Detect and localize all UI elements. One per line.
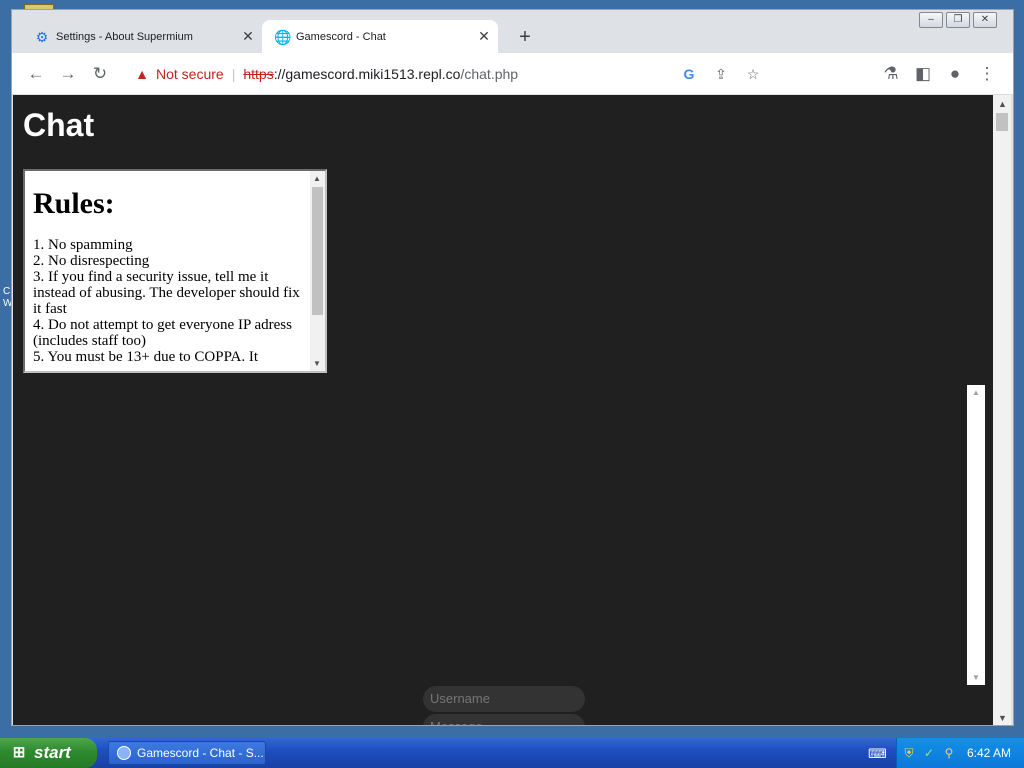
rule-item: 4. Do not attempt to get everyone IP adr… [33, 317, 292, 349]
not-secure-label[interactable]: Not secure [156, 66, 224, 82]
gear-icon: ⚙ [35, 29, 49, 45]
rule-item: 2. No disrespecting [33, 253, 150, 269]
minimize-button[interactable]: – [919, 12, 943, 28]
menu-kebab-icon[interactable]: ⋮ [977, 64, 997, 84]
profile-avatar-icon[interactable]: ● [945, 64, 965, 84]
scroll-up-icon[interactable]: ▲ [313, 174, 321, 183]
scroll-down-icon[interactable]: ▼ [313, 359, 321, 368]
scroll-up-icon[interactable]: ▲ [998, 99, 1007, 109]
windows-flag-icon: ⊞ [12, 744, 26, 761]
window-controls: – ❐ ✕ [919, 12, 997, 28]
url-scheme: https [243, 66, 274, 82]
share-icon[interactable]: ⇪ [711, 59, 731, 89]
tab-strip: ⚙ Settings - About Supermium ✕ 🌐 Gamesco… [12, 10, 1013, 53]
browser-toolbar: ← → ↻ ▲ Not secure | https://gamescord.m… [12, 53, 1013, 95]
new-tab-button[interactable]: + [514, 26, 536, 48]
rule-item: 1. No spamming [33, 237, 133, 253]
system-tray: ⛨ ✓ ⚲ 6:42 AM [896, 738, 1024, 768]
clock: 6:42 AM [967, 746, 1012, 760]
close-window-button[interactable]: ✕ [973, 12, 997, 28]
taskbar-item-browser[interactable]: Gamescord - Chat - S... [108, 741, 266, 765]
forward-arrow-icon[interactable]: → [58, 64, 78, 84]
page-scrollbar[interactable]: ▲ ▼ [993, 95, 1011, 725]
url-host: ://gamescord.miki1513.repl.co [273, 66, 461, 82]
network-icon[interactable]: ✓ [921, 746, 937, 760]
scrollbar-thumb[interactable] [312, 187, 323, 315]
address-bar[interactable]: ▲ Not secure | https://gamescord.miki151… [124, 59, 779, 89]
back-arrow-icon[interactable]: ← [26, 64, 46, 84]
scroll-up-icon[interactable]: ▲ [972, 388, 980, 397]
start-label: start [34, 743, 71, 762]
labs-flask-icon[interactable]: ⚗ [881, 64, 901, 84]
rules-frame[interactable]: Rules: 1. No spamming 2. No disrespectin… [23, 169, 327, 373]
close-icon[interactable]: ✕ [476, 28, 492, 44]
rule-item: 5. You must be 13+ due to COPPA. It [33, 349, 259, 365]
browser-icon [117, 746, 131, 760]
task-label: Gamescord - Chat - S... [137, 746, 264, 760]
scroll-down-icon[interactable]: ▼ [998, 713, 1007, 723]
reload-icon[interactable]: ↻ [90, 64, 110, 84]
start-button[interactable]: ⊞ start [0, 738, 97, 768]
rule-item: 3. If you find a security issue, tell me… [33, 269, 300, 317]
message-input[interactable] [423, 714, 585, 725]
url-path: /chat.php [460, 66, 519, 82]
scroll-down-icon[interactable]: ▼ [972, 673, 980, 682]
close-icon[interactable]: ✕ [240, 28, 256, 44]
security-shield-icon[interactable]: ⛨ [901, 746, 917, 761]
username-input[interactable] [423, 686, 585, 712]
divider: | [231, 66, 236, 82]
chat-messages-scrollbar[interactable]: ▲ ▼ [967, 385, 985, 685]
tab-title: Gamescord - Chat [296, 30, 386, 43]
restore-button[interactable]: ❐ [946, 12, 970, 28]
browser-window: ⚙ Settings - About Supermium ✕ 🌐 Gamesco… [11, 9, 1014, 726]
page-content: Chat Rules: 1. No spamming 2. No disresp… [13, 95, 993, 725]
rules-content: Rules: 1. No spamming 2. No disrespectin… [33, 171, 305, 365]
tab-settings[interactable]: ⚙ Settings - About Supermium ✕ [22, 20, 262, 53]
page-title: Chat [23, 107, 95, 143]
search-icon[interactable]: ⚲ [941, 746, 957, 760]
google-lens-icon[interactable]: G [679, 59, 699, 89]
side-panel-icon[interactable]: ◧ [913, 64, 933, 84]
rules-scrollbar[interactable]: ▲ ▼ [310, 171, 325, 371]
tab-gamescord-chat[interactable]: 🌐 Gamescord - Chat ✕ [262, 20, 498, 53]
keyboard-icon[interactable]: ⌨ [868, 746, 887, 762]
scrollbar-thumb[interactable] [996, 113, 1008, 131]
warning-triangle-icon: ▲ [135, 66, 149, 82]
tab-title: Settings - About Supermium [56, 30, 193, 43]
bookmark-star-icon[interactable]: ☆ [743, 59, 763, 89]
taskbar: ⊞ start Gamescord - Chat - S... ⌨ ⛨ ✓ ⚲ … [0, 738, 1024, 768]
globe-icon: 🌐 [274, 29, 292, 45]
rules-title: Rules: [33, 187, 115, 220]
